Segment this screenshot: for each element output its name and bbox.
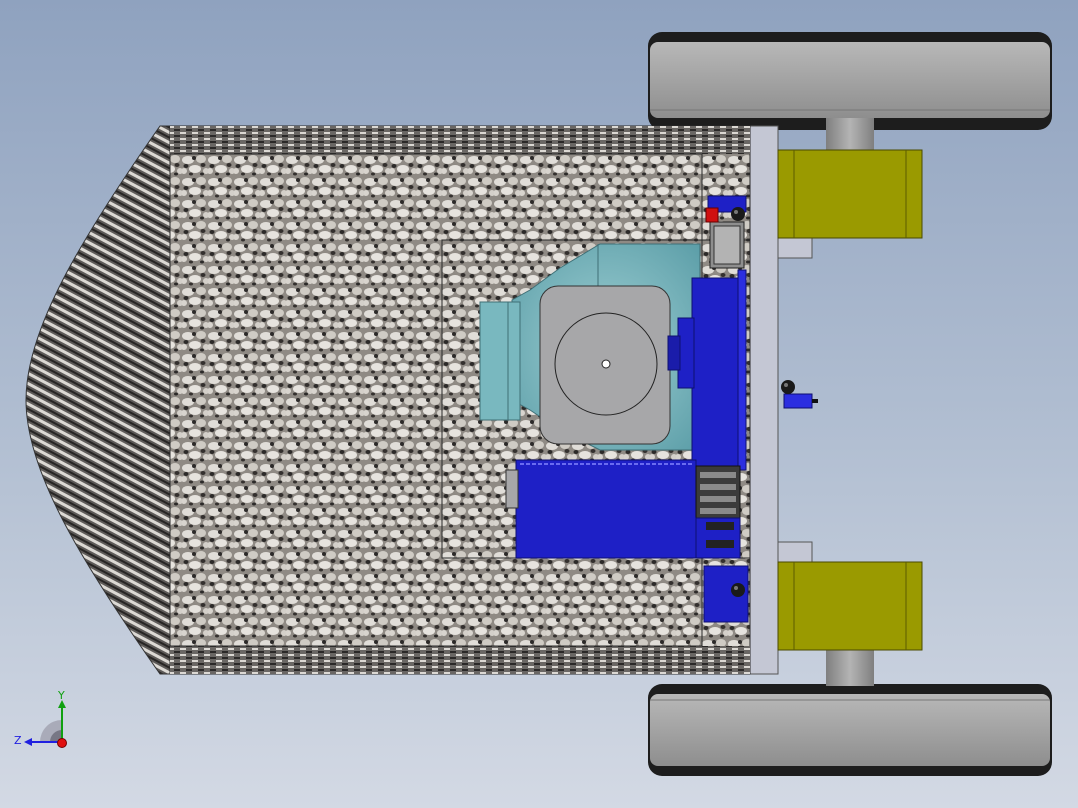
- robot-model-top-view[interactable]: [0, 0, 1078, 808]
- gear-housing[interactable]: [539, 285, 671, 445]
- triad-y-label: Y: [57, 689, 65, 702]
- caster-bottom: [731, 583, 745, 597]
- axle-shaft-bottom: [826, 646, 874, 686]
- olive-block-top[interactable]: [777, 149, 923, 239]
- side-plate-tab-bottom: [777, 541, 813, 563]
- axle-shaft-top: [826, 118, 874, 154]
- wheel-bottom[interactable]: [648, 684, 1052, 776]
- triad-x-arrow-icon: [57, 738, 67, 748]
- caster-middle: [781, 380, 818, 409]
- caster-top: [731, 207, 745, 221]
- triad-z-label: Z: [14, 734, 22, 747]
- side-plate-tab-top: [777, 237, 813, 259]
- cad-viewport[interactable]: Y Z: [0, 0, 1078, 808]
- orientation-triad: Y Z: [14, 689, 67, 748]
- olive-block-bottom[interactable]: [777, 561, 923, 651]
- wheel-top[interactable]: [648, 32, 1052, 130]
- side-plate: [747, 125, 779, 675]
